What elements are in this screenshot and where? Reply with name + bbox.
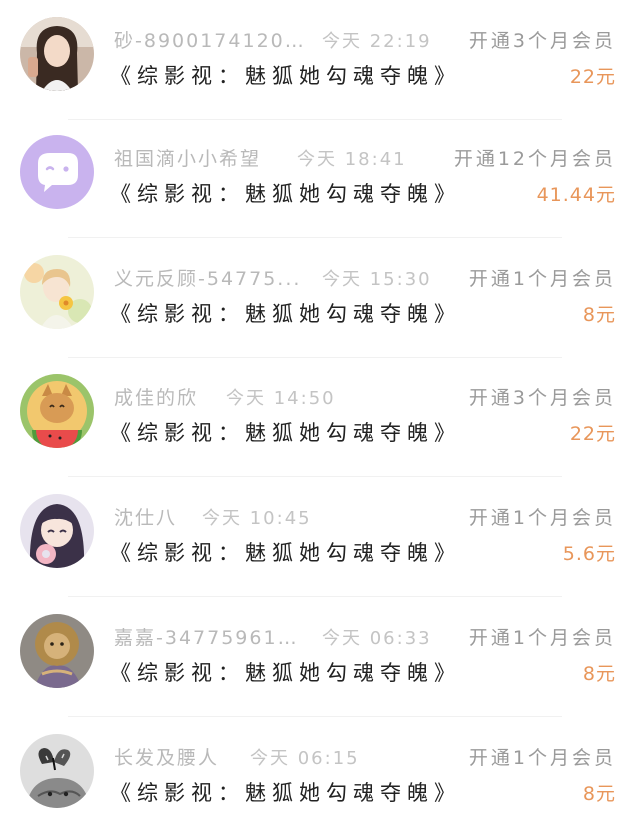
price: 8元 xyxy=(582,304,616,326)
order-row[interactable]: 长发及腰人 今天 06:15 开通1个月会员 《综影视：魅狐她勾魂夺魄》 8元 xyxy=(0,717,640,837)
work-title: 《综影视：魅狐她勾魂夺魄》 xyxy=(110,541,461,565)
order-time: 今天 18:41 xyxy=(297,149,407,170)
price: 8元 xyxy=(582,663,616,685)
username: 砂-89001741205... xyxy=(114,30,304,52)
membership-plan: 开通1个月会员 xyxy=(468,268,616,290)
username: 嘉嘉-347759611... xyxy=(114,627,304,649)
order-time: 今天 06:33 xyxy=(322,628,432,649)
work-title: 《综影视：魅狐她勾魂夺魄》 xyxy=(110,64,461,88)
order-row[interactable]: 嘉嘉-347759611... 今天 06:33 开通1个月会员 《综影视：魅狐… xyxy=(0,597,640,717)
work-title: 《综影视：魅狐她勾魂夺魄》 xyxy=(110,302,461,326)
membership-plan: 开通3个月会员 xyxy=(468,387,616,409)
membership-plan: 开通1个月会员 xyxy=(468,747,616,769)
girl-photo-avatar-icon[interactable] xyxy=(20,17,94,91)
order-row[interactable]: 沈仕八 今天 10:45 开通1个月会员 《综影视：魅狐她勾魂夺魄》 5.6元 xyxy=(0,477,640,597)
order-time: 今天 15:30 xyxy=(322,269,432,290)
cat-watermelon-avatar-icon[interactable] xyxy=(20,374,94,448)
membership-plan: 开通12个月会员 xyxy=(453,148,616,170)
price: 22元 xyxy=(569,66,616,88)
price: 5.6元 xyxy=(562,543,616,565)
order-time: 今天 14:50 xyxy=(226,388,336,409)
order-time: 今天 06:15 xyxy=(250,748,360,769)
username: 沈仕八 xyxy=(114,507,178,529)
work-title: 《综影视：魅狐她勾魂夺魄》 xyxy=(110,661,461,685)
username: 成佳的欣 xyxy=(114,387,199,409)
work-title: 《综影视：魅狐她勾魂夺魄》 xyxy=(110,421,461,445)
work-title: 《综影视：魅狐她勾魂夺魄》 xyxy=(110,781,461,805)
membership-plan: 开通3个月会员 xyxy=(468,30,616,52)
membership-plan: 开通1个月会员 xyxy=(468,507,616,529)
order-row[interactable]: 义元反顾-54775... 今天 15:30 开通1个月会员 《综影视：魅狐她勾… xyxy=(0,238,640,358)
flower-girl-avatar-icon[interactable] xyxy=(20,255,94,329)
username: 祖国滴小小希望 xyxy=(114,148,262,170)
membership-plan: 开通1个月会员 xyxy=(468,627,616,649)
price: 41.44元 xyxy=(536,184,616,206)
butterfly-cat-avatar-icon[interactable] xyxy=(20,734,94,808)
order-time: 今天 22:19 xyxy=(322,31,432,52)
chat-bubble-avatar-icon[interactable] xyxy=(20,135,94,209)
order-time: 今天 10:45 xyxy=(202,508,312,529)
work-title: 《综影视：魅狐她勾魂夺魄》 xyxy=(110,182,461,206)
subscription-order-list: 砂-89001741205... 今天 22:19 开通3个月会员 《综影视：魅… xyxy=(0,0,640,837)
lion-avatar-icon[interactable] xyxy=(20,614,94,688)
price: 22元 xyxy=(569,423,616,445)
price: 8元 xyxy=(582,783,616,805)
order-row[interactable]: 砂-89001741205... 今天 22:19 开通3个月会员 《综影视：魅… xyxy=(0,0,640,120)
order-row[interactable]: 祖国滴小小希望 今天 18:41 开通12个月会员 《综影视：魅狐她勾魂夺魄》 … xyxy=(0,118,640,238)
username: 义元反顾-54775... xyxy=(114,268,302,290)
username: 长发及腰人 xyxy=(114,747,220,769)
anime-girl-avatar-icon[interactable] xyxy=(20,494,94,568)
order-row[interactable]: 成佳的欣 今天 14:50 开通3个月会员 《综影视：魅狐她勾魂夺魄》 22元 xyxy=(0,357,640,477)
